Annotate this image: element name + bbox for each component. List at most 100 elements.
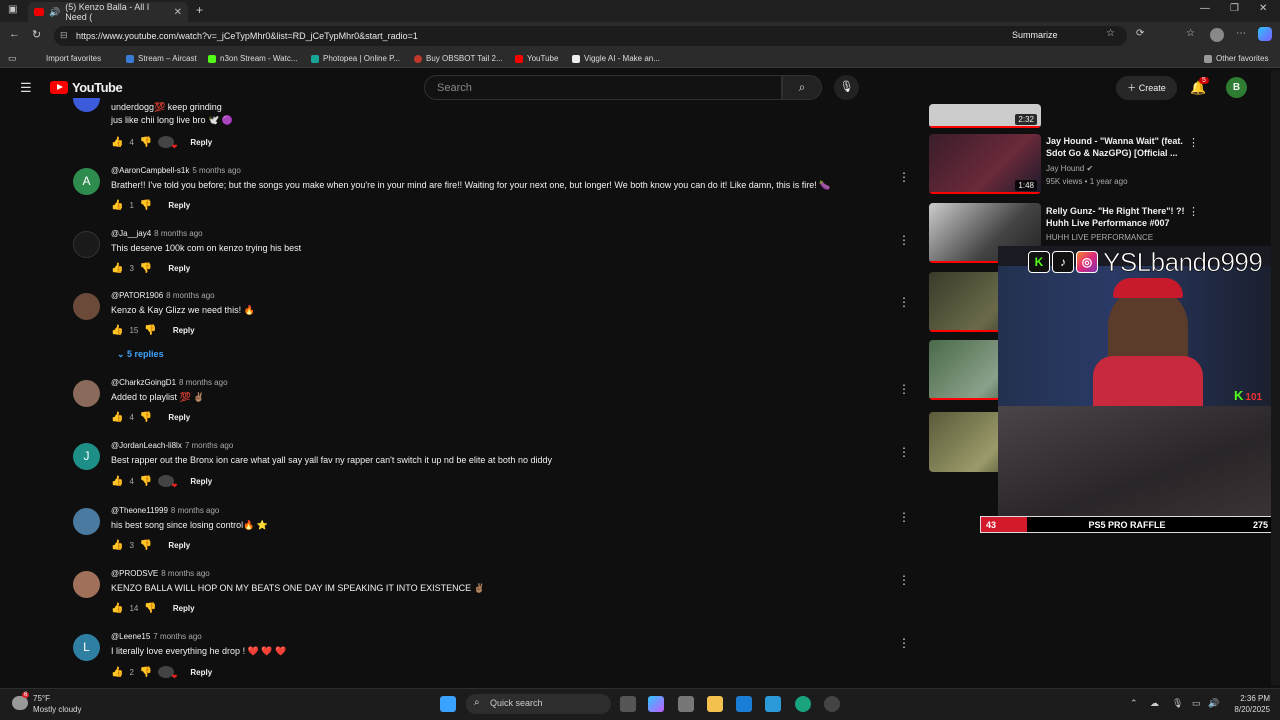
dislike-icon[interactable]: 👎 [140, 263, 152, 274]
commenter-avatar[interactable] [73, 98, 100, 112]
like-icon[interactable]: 👍 [111, 412, 123, 423]
page-scrollbar[interactable] [1271, 70, 1280, 685]
comment-more-icon[interactable]: ⋮ [898, 636, 910, 650]
extensions-icon[interactable]: ⟳ [1136, 28, 1144, 39]
reply-button[interactable]: Reply [168, 413, 190, 422]
video-more-icon[interactable]: ⋮ [1188, 205, 1199, 218]
bookmark-youtube[interactable]: YouTube [515, 54, 558, 63]
search-input[interactable]: Search [424, 75, 782, 100]
tab-close-icon[interactable]: ✕ [174, 7, 182, 18]
comment-author[interactable]: @Ja__jay4 [111, 229, 151, 238]
dislike-icon[interactable]: 👎 [140, 540, 152, 551]
comment-more-icon[interactable]: ⋮ [898, 233, 910, 247]
copilot-icon[interactable] [1258, 27, 1272, 41]
video-channel[interactable]: Jay Hound ✔ [1046, 164, 1093, 173]
comment-more-icon[interactable]: ⋮ [898, 445, 910, 459]
network-icon[interactable]: ☁ [1150, 698, 1159, 709]
close-window-button[interactable]: ✕ [1259, 3, 1267, 14]
reply-button[interactable]: Reply [173, 604, 195, 613]
reply-button[interactable]: Reply [168, 201, 190, 210]
comment-time[interactable]: 8 months ago [154, 229, 202, 238]
favorites-icon[interactable]: ☆ [1186, 28, 1195, 39]
comment-author[interactable]: @Theone11999 [111, 506, 168, 515]
store-icon[interactable] [678, 696, 694, 712]
obs-icon[interactable] [824, 696, 840, 712]
audio-icon[interactable]: 🔊 [49, 7, 60, 18]
comment-time[interactable]: 8 months ago [161, 569, 209, 578]
like-icon[interactable]: 👍 [111, 325, 123, 336]
comment-time[interactable]: 7 months ago [185, 441, 233, 450]
like-icon[interactable]: 👍 [111, 137, 123, 148]
volume-icon[interactable]: 🔊 [1208, 698, 1219, 709]
task-view-icon[interactable] [620, 696, 636, 712]
dislike-icon[interactable]: 👎 [140, 137, 152, 148]
like-icon[interactable]: 👍 [111, 667, 123, 678]
video-thumbnail[interactable]: 2:32 [929, 104, 1041, 128]
video-thumbnail[interactable]: 1:48 [929, 134, 1041, 194]
comment-author[interactable]: @PRODSVE [111, 569, 158, 578]
bookmark-import-favorites[interactable]: Import favorites [34, 54, 101, 63]
more-options-icon[interactable]: ⋯ [1236, 28, 1246, 39]
copilot-icon[interactable] [648, 696, 664, 712]
comment-author[interactable]: @Leene15 [111, 632, 150, 641]
windows-start-icon[interactable] [440, 696, 456, 712]
commenter-avatar[interactable] [73, 293, 100, 320]
commenter-avatar[interactable]: J [73, 443, 100, 470]
back-icon[interactable]: ← [9, 28, 20, 40]
like-icon[interactable]: 👍 [111, 263, 123, 274]
comment-author[interactable]: @AaronCampbell-s1k [111, 166, 189, 175]
view-replies-button[interactable]: ⌄ 5 replies [117, 349, 164, 360]
create-button[interactable]: ＋ Create [1116, 76, 1177, 100]
taskbar-clock[interactable]: 2:36 PM 8/20/2025 [1226, 693, 1270, 715]
dislike-icon[interactable]: 👎 [140, 667, 152, 678]
favorite-star-icon[interactable]: ☆ [1106, 28, 1115, 39]
url-field[interactable]: ⊟ https://www.youtube.com/watch?v=_jCeTy… [54, 26, 1127, 46]
comment-time[interactable]: 5 months ago [192, 166, 240, 175]
comment-time[interactable]: 7 months ago [153, 632, 201, 641]
commenter-avatar[interactable] [73, 380, 100, 407]
commenter-avatar[interactable]: A [73, 168, 100, 195]
menu-icon[interactable]: ☰ [20, 80, 32, 96]
profile-avatar[interactable] [1210, 28, 1224, 42]
new-tab-button[interactable]: + [196, 3, 203, 17]
like-icon[interactable]: 👍 [111, 540, 123, 551]
edge-icon[interactable] [795, 696, 811, 712]
sidebar-toggle-icon[interactable]: ▭ [8, 53, 17, 64]
bookmark-other-favorites[interactable]: Other favorites [1204, 54, 1268, 63]
dislike-icon[interactable]: 👎 [140, 412, 152, 423]
like-icon[interactable]: 👍 [111, 476, 123, 487]
comment-more-icon[interactable]: ⋮ [898, 573, 910, 587]
comment-time[interactable]: 8 months ago [179, 378, 227, 387]
outlook-icon[interactable] [736, 696, 752, 712]
search-button[interactable]: ⌕ [782, 75, 822, 100]
file-explorer-icon[interactable] [707, 696, 723, 712]
summarize-button[interactable]: Summarize [1012, 30, 1058, 40]
video-title[interactable]: Jay Hound - "Wanna Wait" (feat. Sdot Go … [1046, 135, 1186, 159]
dislike-icon[interactable]: 👎 [140, 200, 152, 211]
bookmark-obsbot[interactable]: Buy OBSBOT Tail 2... [414, 54, 503, 63]
reply-button[interactable]: Reply [190, 668, 212, 677]
tray-overflow-icon[interactable]: ⌃ [1130, 698, 1138, 709]
photos-icon[interactable] [765, 696, 781, 712]
comment-time[interactable]: 8 months ago [166, 291, 214, 300]
maximize-button[interactable]: ❐ [1230, 3, 1239, 14]
comment-more-icon[interactable]: ⋮ [898, 510, 910, 524]
bookmark-n3on-stream[interactable]: n3on Stream - Watc... [208, 54, 298, 63]
commenter-avatar[interactable] [73, 231, 100, 258]
taskbar-search[interactable]: ⌕ Quick search [466, 694, 611, 714]
site-info-icon[interactable]: ⊟ [60, 30, 68, 41]
account-avatar[interactable]: B [1226, 77, 1247, 98]
voice-search-button[interactable]: 🎙 [834, 75, 859, 100]
comment-author[interactable]: @PATOR1906 [111, 291, 163, 300]
reply-button[interactable]: Reply [168, 541, 190, 550]
comment-more-icon[interactable]: ⋮ [898, 382, 910, 396]
commenter-avatar[interactable] [73, 508, 100, 535]
comment-more-icon[interactable]: ⋮ [898, 295, 910, 309]
like-icon[interactable]: 👍 [111, 200, 123, 211]
commenter-avatar[interactable] [73, 571, 100, 598]
comment-author[interactable]: @JordanLeach-li8lx [111, 441, 182, 450]
bookmark-photopea[interactable]: Photopea | Online P... [311, 54, 400, 63]
reply-button[interactable]: Reply [190, 138, 212, 147]
reply-button[interactable]: Reply [168, 264, 190, 273]
dislike-icon[interactable]: 👎 [144, 603, 156, 614]
